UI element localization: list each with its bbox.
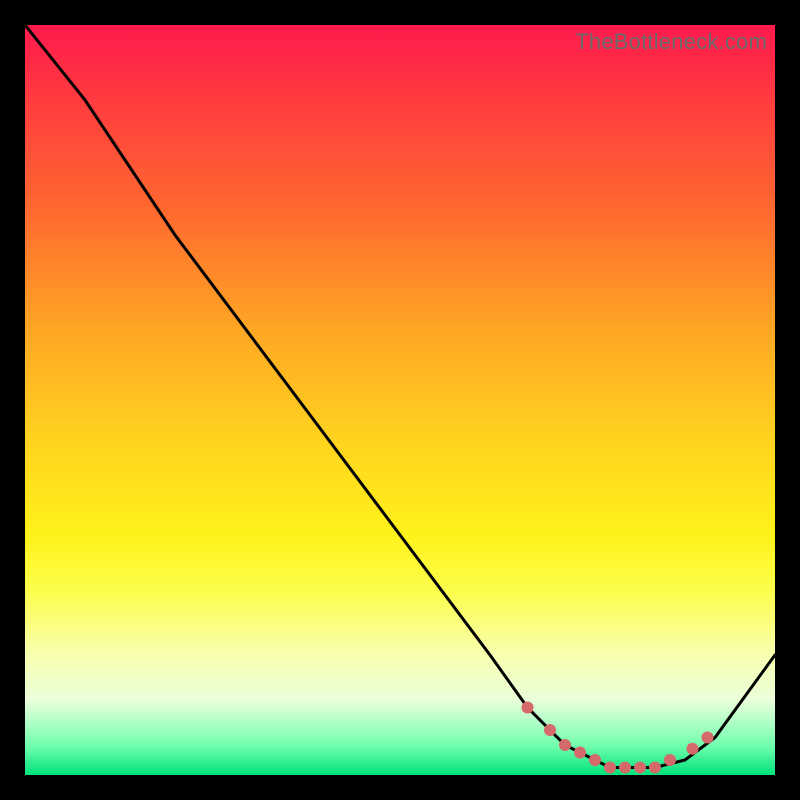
chart-frame: TheBottleneck.com	[25, 25, 775, 775]
chart-svg	[25, 25, 775, 775]
marker-dot	[544, 724, 556, 736]
marker-dot	[634, 762, 646, 774]
marker-dot	[702, 732, 714, 744]
marker-dot	[619, 762, 631, 774]
marker-dot	[604, 762, 616, 774]
bottleneck-markers	[522, 702, 714, 774]
bottleneck-curve	[25, 25, 775, 768]
marker-dot	[687, 743, 699, 755]
marker-dot	[574, 747, 586, 759]
marker-dot	[589, 754, 601, 766]
marker-dot	[559, 739, 571, 751]
marker-dot	[664, 754, 676, 766]
marker-dot	[522, 702, 534, 714]
watermark-text: TheBottleneck.com	[575, 29, 767, 55]
marker-dot	[649, 762, 661, 774]
